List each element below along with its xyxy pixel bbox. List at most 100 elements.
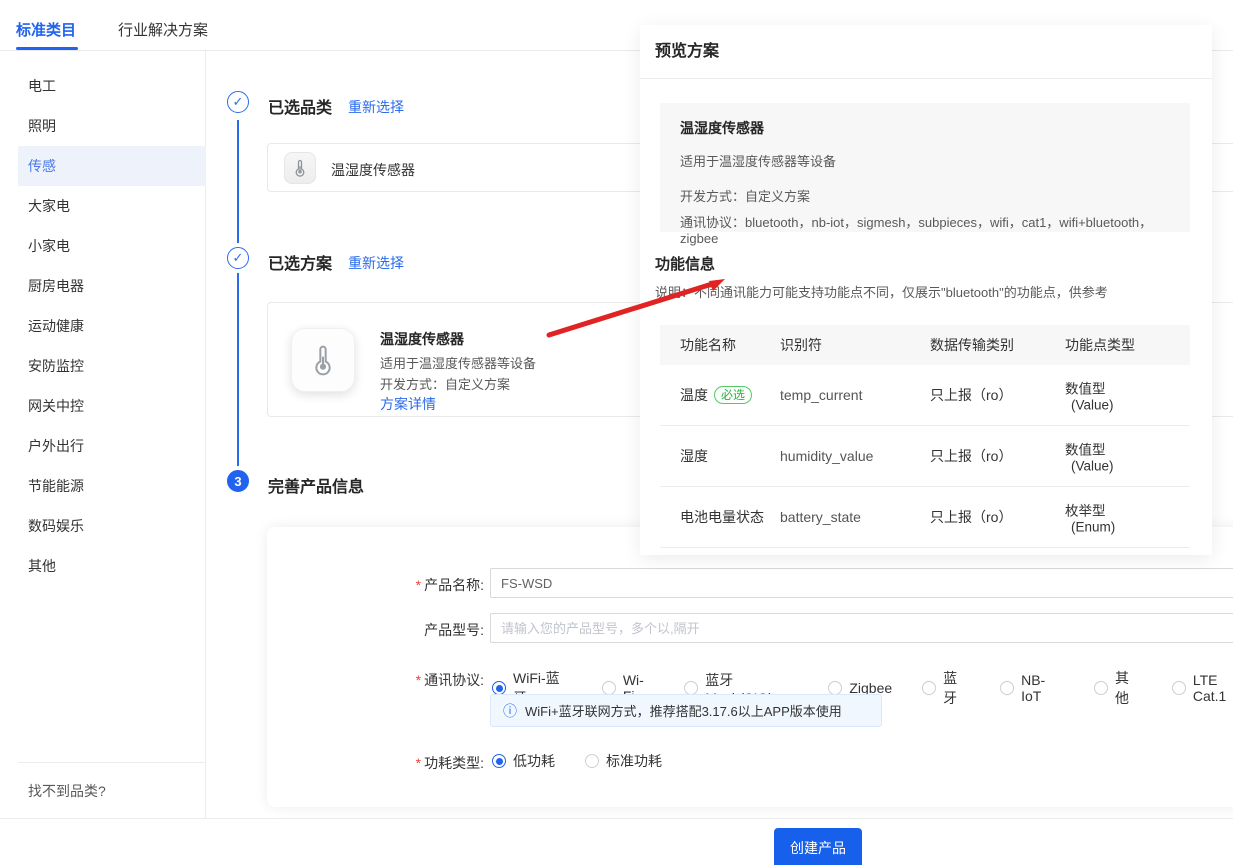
step3-number: 3 — [227, 470, 249, 492]
step1-title: 已选品类 — [268, 94, 332, 118]
solution-desc: 适用于温湿度传感器等设备 — [380, 353, 536, 372]
radio-dot — [585, 754, 599, 768]
preview-title: 预览方案 — [655, 37, 719, 61]
protocol-hint-text: WiFi+蓝牙联网方式，推荐搭配3.17.6以上APP版本使用 — [525, 701, 842, 720]
radio-dot — [1094, 681, 1108, 695]
protocol-label: *通讯协议: — [389, 670, 484, 690]
sidebar-separator — [18, 762, 206, 763]
radio-dot — [922, 681, 936, 695]
radio-dot — [684, 681, 698, 695]
table-row: 电池电量状态 battery_state 只上报（ro） 枚举型(Enum) — [660, 487, 1190, 548]
sidebar-item-yundongjiankang[interactable]: 运动健康 — [18, 306, 206, 346]
thermometer-icon — [291, 328, 355, 392]
radio-dot — [1172, 681, 1186, 695]
radio-other[interactable]: 其他 — [1094, 668, 1142, 708]
thermometer-icon — [284, 152, 316, 184]
table-row: 湿度 humidity_value 只上报（ro） 数值型(Value) — [660, 426, 1190, 487]
info-icon: ⓘ — [503, 704, 517, 718]
table-row: 温度必选 temp_current 只上报（ro） 数值型(Value) — [660, 365, 1190, 426]
solution-name: 温湿度传感器 — [380, 329, 464, 349]
sidebar-item-xiaojiadian[interactable]: 小家电 — [18, 226, 206, 266]
preview-protocols: 通讯协议：bluetooth，nb-iot，sigmesh，subpieces，… — [680, 212, 1170, 246]
step-connector-line — [237, 120, 239, 472]
sidebar-item-dajiadian[interactable]: 大家电 — [18, 186, 206, 226]
radio-dot — [492, 681, 506, 695]
col-name: 功能名称 — [680, 335, 765, 355]
power-type-label: *功耗类型: — [389, 753, 484, 773]
preview-divider — [640, 78, 1212, 79]
protocol-hint: ⓘ WiFi+蓝牙联网方式，推荐搭配3.17.6以上APP版本使用 — [490, 694, 882, 727]
sidebar-item-jiengnengyuan[interactable]: 节能能源 — [18, 466, 206, 506]
tab-industry-solution[interactable]: 行业解决方案 — [118, 19, 208, 40]
col-type: 功能点类型 — [1065, 335, 1175, 355]
sidebar-item-diangong[interactable]: 电工 — [18, 66, 206, 106]
step1-check-icon: ✓ — [227, 91, 249, 113]
radio-lte-cat1[interactable]: LTE Cat.1 — [1172, 672, 1233, 704]
active-tab-underline — [16, 47, 78, 50]
features-heading: 功能信息 — [655, 253, 715, 274]
step3-title: 完善产品信息 — [268, 473, 364, 497]
feature-type: 数值型(Value) — [1065, 439, 1175, 474]
sidebar-item-wangguanzhongkong[interactable]: 网关中控 — [18, 386, 206, 426]
preview-solution-name: 温湿度传感器 — [680, 118, 1170, 138]
feature-name: 湿度 — [680, 446, 765, 466]
feature-transfer: 只上报（ro） — [930, 507, 1050, 527]
radio-standard-power[interactable]: 标准功耗 — [585, 751, 662, 771]
sidebar-item-huwaichuxing[interactable]: 户外出行 — [18, 426, 206, 466]
sidebar-item-anfangjiankong[interactable]: 安防监控 — [18, 346, 206, 386]
product-name-input[interactable] — [490, 568, 1233, 598]
col-transfer: 数据传输类别 — [930, 335, 1050, 355]
required-mark: * — [416, 672, 421, 688]
features-table-header: 功能名称 识别符 数据传输类别 功能点类型 — [660, 325, 1190, 365]
features-note: 说明：不同通讯能力可能支持功能点不同，仅展示"bluetooth"的功能点，供参… — [655, 282, 1108, 301]
sidebar-item-chufangdianqi[interactable]: 厨房电器 — [18, 266, 206, 306]
sidebar-item-qita[interactable]: 其他 — [18, 546, 206, 586]
step2-check-icon: ✓ — [227, 247, 249, 269]
feature-identifier: temp_current — [780, 387, 920, 403]
product-info-form: *产品名称: 产品型号: *通讯协议: WiFi-蓝牙 Wi-Fi 蓝牙Mesh… — [267, 527, 1233, 807]
col-identifier: 识别符 — [780, 335, 920, 355]
cannot-find-category-link[interactable]: 找不到品类? — [28, 781, 106, 801]
product-model-input[interactable] — [490, 613, 1233, 643]
radio-dot — [492, 754, 506, 768]
preview-dev-mode: 开发方式：自定义方案 — [680, 186, 1170, 205]
sidebar-item-shumayule[interactable]: 数码娱乐 — [18, 506, 206, 546]
features-table: 功能名称 识别符 数据传输类别 功能点类型 温度必选 temp_current … — [660, 325, 1190, 548]
radio-dot — [1000, 681, 1014, 695]
sidebar-item-chuangan[interactable]: 传感 — [18, 146, 206, 186]
product-create-page: 标准类目 行业解决方案 电工 照明 传感 大家电 小家电 厨房电器 运动健康 安… — [0, 0, 1233, 865]
step2-title: 已选方案 — [268, 250, 332, 274]
required-mark: * — [416, 755, 421, 771]
solution-detail-link[interactable]: 方案详情 — [380, 394, 436, 414]
feature-type: 枚举型(Enum) — [1065, 500, 1175, 535]
feature-transfer: 只上报（ro） — [930, 385, 1050, 405]
radio-ble[interactable]: 蓝牙 — [922, 668, 970, 708]
step2-reselect-link[interactable]: 重新选择 — [348, 253, 404, 273]
feature-name: 温度必选 — [680, 385, 765, 405]
preview-summary-box: 温湿度传感器 适用于温湿度传感器等设备 开发方式：自定义方案 通讯协议：blue… — [660, 103, 1190, 232]
sidebar-item-zhaoming[interactable]: 照明 — [18, 106, 206, 146]
radio-dot — [602, 681, 616, 695]
selected-category-name: 温湿度传感器 — [331, 160, 415, 180]
radio-low-power[interactable]: 低功耗 — [492, 751, 555, 771]
create-product-button[interactable]: 创建产品 — [774, 828, 862, 865]
solution-preview-popup: 预览方案 温湿度传感器 适用于温湿度传感器等设备 开发方式：自定义方案 通讯协议… — [640, 25, 1212, 555]
product-name-label: *产品名称: — [389, 575, 484, 595]
radio-dot — [828, 681, 842, 695]
step1-reselect-link[interactable]: 重新选择 — [348, 97, 404, 117]
feature-type: 数值型(Value) — [1065, 378, 1175, 413]
required-mark: * — [416, 577, 421, 593]
category-sidebar: 电工 照明 传感 大家电 小家电 厨房电器 运动健康 安防监控 网关中控 户外出… — [0, 51, 206, 818]
required-badge: 必选 — [714, 386, 752, 404]
feature-identifier: humidity_value — [780, 448, 920, 464]
solution-dev-mode: 开发方式：自定义方案 — [380, 374, 510, 393]
tab-standard-category[interactable]: 标准类目 — [16, 19, 76, 40]
feature-identifier: battery_state — [780, 509, 920, 525]
product-model-label: 产品型号: — [389, 620, 484, 640]
category-list: 电工 照明 传感 大家电 小家电 厨房电器 运动健康 安防监控 网关中控 户外出… — [0, 66, 206, 586]
radio-nbiot[interactable]: NB-IoT — [1000, 672, 1064, 704]
footer-bar: 创建产品 — [0, 818, 1233, 865]
feature-name: 电池电量状态 — [680, 507, 765, 527]
power-radio-group: 低功耗 标准功耗 — [492, 751, 662, 771]
feature-transfer: 只上报（ro） — [930, 446, 1050, 466]
